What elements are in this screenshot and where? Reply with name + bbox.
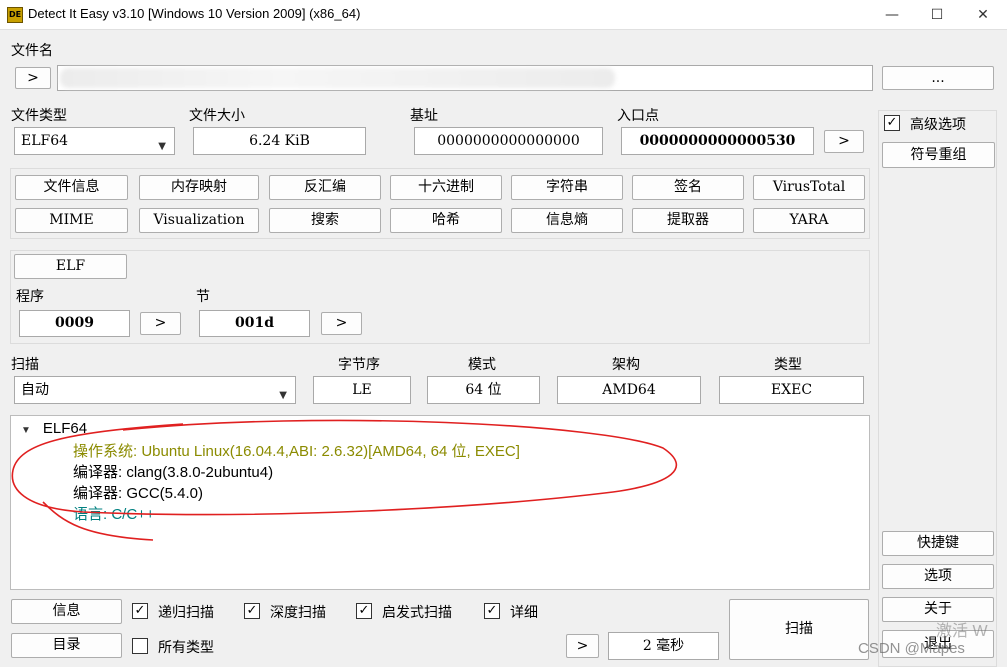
- tool-button-r1-4[interactable]: 字符串: [511, 175, 623, 200]
- shortcuts-button[interactable]: 快捷键: [882, 531, 994, 556]
- tool-button-mime[interactable]: MIME: [15, 208, 128, 233]
- options-button[interactable]: 选项: [882, 564, 994, 589]
- file-type-select[interactable]: ELF64 ▼: [14, 127, 175, 155]
- program-count-field: 0009: [19, 310, 130, 337]
- tool-button-r1-1[interactable]: 内存映射: [139, 175, 259, 200]
- architecture-field: AMD64: [557, 376, 701, 404]
- entry-point-arrow-button[interactable]: >: [824, 130, 864, 153]
- tool-button-r2-4[interactable]: 信息熵: [511, 208, 623, 233]
- window-title: Detect It Easy v3.10 [Windows 10 Version…: [28, 6, 361, 21]
- tool-button-visualization[interactable]: Visualization: [139, 208, 259, 233]
- tool-button-r1-5[interactable]: 签名: [632, 175, 744, 200]
- info-button[interactable]: 信息: [11, 599, 122, 624]
- file-path-input[interactable]: [57, 65, 873, 91]
- elf-button[interactable]: ELF: [14, 254, 127, 279]
- base-address-field: 0000000000000000: [414, 127, 603, 155]
- tool-button-virustotal[interactable]: VirusTotal: [753, 175, 865, 200]
- chevron-down-icon: ▼: [158, 141, 166, 152]
- file-open-arrow-button[interactable]: >: [15, 67, 51, 89]
- endianness-label: 字节序: [338, 357, 380, 373]
- deep-scan-checkbox[interactable]: ✓: [244, 603, 260, 619]
- tool-button-r2-5[interactable]: 提取器: [632, 208, 744, 233]
- file-name-label: 文件名: [11, 43, 53, 59]
- tool-button-r2-2[interactable]: 搜索: [269, 208, 381, 233]
- tool-button-r1-2[interactable]: 反汇编: [269, 175, 381, 200]
- minimize-button[interactable]: —: [869, 0, 915, 30]
- browse-button[interactable]: ...: [882, 66, 994, 90]
- scan-mode-select[interactable]: 自动 ▼: [14, 376, 296, 404]
- all-types-checkbox[interactable]: [132, 638, 148, 654]
- scan-results-tree[interactable]: ▼ ELF64 操作系统: Ubuntu Linux(16.04.4,ABI: 2…: [10, 415, 870, 590]
- symbol-reorg-button[interactable]: 符号重组: [882, 142, 995, 168]
- file-size-label: 文件大小: [189, 108, 245, 124]
- elf-panel: [10, 250, 870, 344]
- csdn-watermark: CSDN @Mapes: [858, 640, 965, 657]
- deep-scan-label: 深度扫描: [270, 605, 326, 621]
- blurred-path: [60, 68, 615, 88]
- tool-button-r1-0[interactable]: 文件信息: [15, 175, 128, 200]
- red-annotation-ellipse: [11, 419, 678, 541]
- file-type-value: ELF64: [21, 133, 69, 149]
- app-icon: DE: [7, 7, 23, 23]
- maximize-button[interactable]: ☐: [914, 0, 960, 30]
- recursive-scan-checkbox[interactable]: ✓: [132, 603, 148, 619]
- bitness-field: 64 位: [427, 376, 540, 404]
- section-arrow-button[interactable]: >: [321, 312, 362, 335]
- time-arrow-button[interactable]: >: [566, 634, 599, 658]
- tool-button-yara[interactable]: YARA: [753, 208, 865, 233]
- program-arrow-button[interactable]: >: [140, 312, 181, 335]
- tool-button-r1-3[interactable]: 十六进制: [390, 175, 502, 200]
- scan-time-field: 2 毫秒: [608, 632, 719, 660]
- directory-button[interactable]: 目录: [11, 633, 122, 658]
- endianness-field: LE: [313, 376, 411, 404]
- verbose-checkbox[interactable]: ✓: [484, 603, 500, 619]
- activate-windows-watermark: 激活 W: [936, 623, 988, 640]
- heuristic-scan-checkbox[interactable]: ✓: [356, 603, 372, 619]
- advanced-options-label: 高级选项: [910, 117, 966, 133]
- tool-button-r2-3[interactable]: 哈希: [390, 208, 502, 233]
- scan-mode-value: 自动: [21, 382, 49, 398]
- entry-point-field: 0000000000000530: [621, 127, 814, 155]
- advanced-options-checkbox[interactable]: ✓: [884, 115, 900, 131]
- all-types-label: 所有类型: [158, 640, 214, 656]
- program-label: 程序: [16, 289, 44, 305]
- verbose-label: 详细: [510, 605, 538, 621]
- section-label: 节: [196, 289, 210, 305]
- entry-point-label: 入口点: [617, 108, 659, 124]
- close-button[interactable]: ✕: [960, 0, 1006, 30]
- base-address-label: 基址: [410, 108, 438, 124]
- mode-label: 模式: [468, 357, 496, 373]
- section-count-field: 001d: [199, 310, 310, 337]
- scan-button[interactable]: 扫描: [729, 599, 869, 660]
- type-field: EXEC: [719, 376, 864, 404]
- scan-label: 扫描: [11, 357, 39, 373]
- architecture-label: 架构: [612, 357, 640, 373]
- recursive-scan-label: 递归扫描: [158, 605, 214, 621]
- heuristic-scan-label: 启发式扫描: [382, 605, 452, 621]
- file-size-field: 6.24 KiB: [193, 127, 366, 155]
- type-label: 类型: [774, 357, 802, 373]
- chevron-down-icon: ▼: [279, 390, 287, 401]
- file-type-label: 文件类型: [11, 108, 67, 124]
